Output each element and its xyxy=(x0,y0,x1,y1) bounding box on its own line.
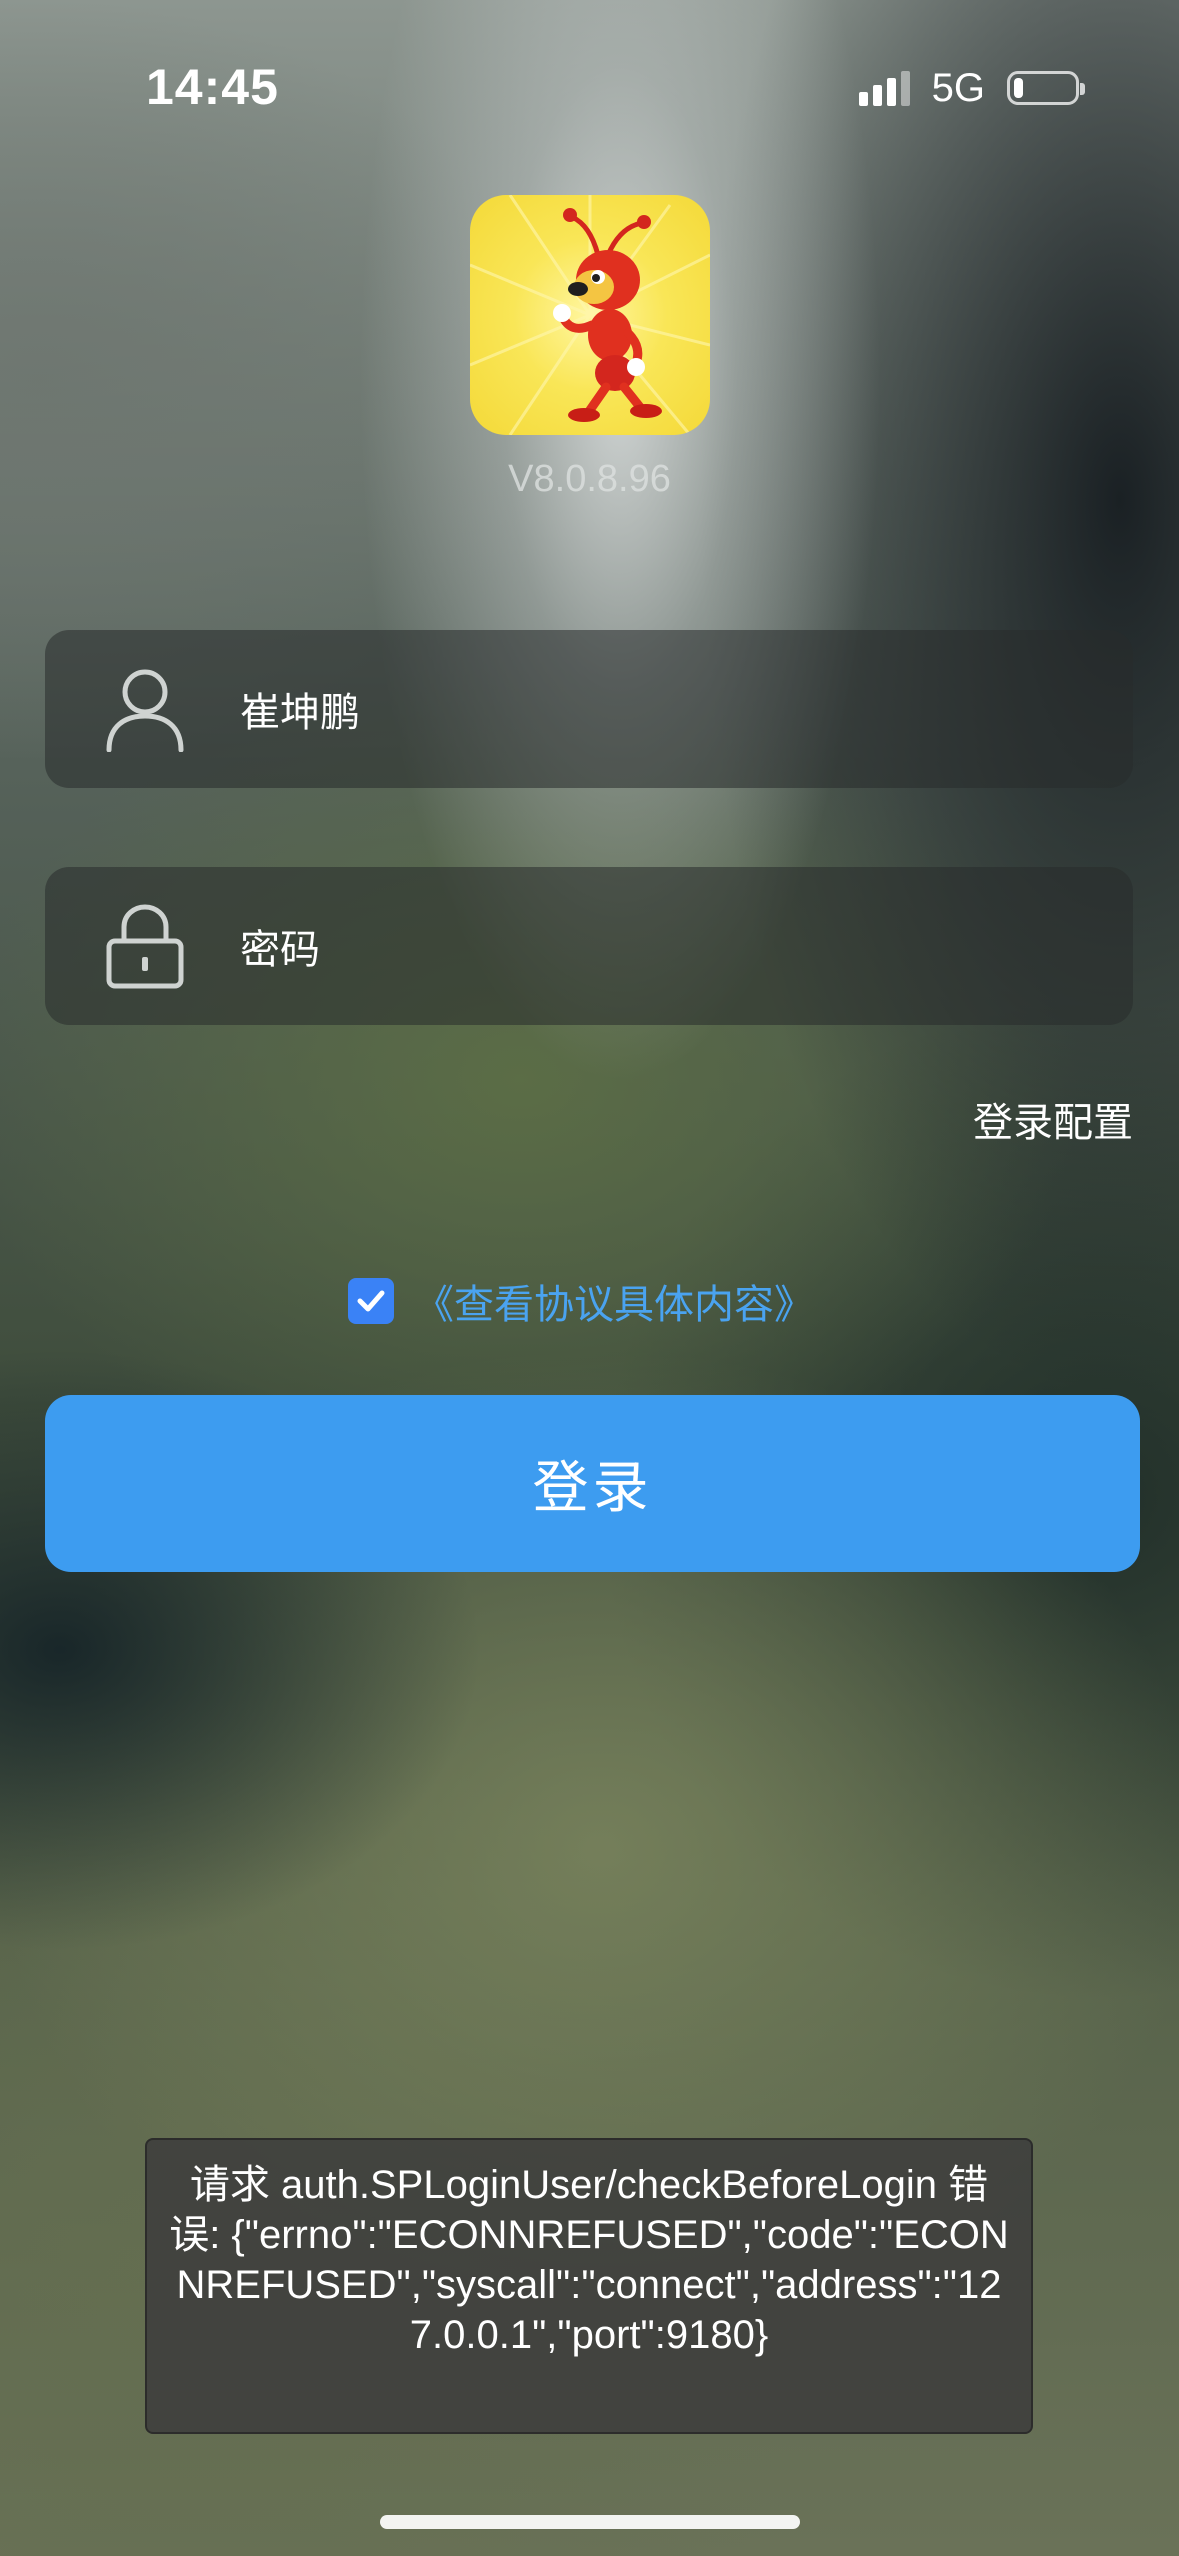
username-field[interactable]: 崔坤鹏 xyxy=(45,630,1133,788)
check-icon xyxy=(357,1290,385,1312)
user-icon xyxy=(100,664,190,754)
login-button[interactable]: 登录 xyxy=(45,1395,1140,1572)
error-toast: 请求 auth.SPLoginUser/checkBeforeLogin 错误:… xyxy=(145,2138,1033,2434)
cellular-signal-icon xyxy=(858,70,910,106)
agreement-link[interactable]: 《查看协议具体内容》 xyxy=(414,1272,814,1330)
agreement-checkbox[interactable] xyxy=(348,1278,394,1324)
password-input: 密码 xyxy=(240,927,320,973)
app-version: V8.0.8.96 xyxy=(508,458,671,500)
status-time: 14:45 xyxy=(146,59,279,115)
lock-icon xyxy=(100,901,190,991)
password-field[interactable]: 密码 xyxy=(45,867,1133,1025)
login-screen: 14:45 5G V8.0.8.96 崔坤鹏 密码 登录配置 《查看协议具体内容… xyxy=(0,0,1179,2556)
battery-icon xyxy=(1007,71,1085,105)
agreement-row: 《查看协议具体内容》 xyxy=(348,1272,814,1330)
network-type: 5G xyxy=(931,65,985,110)
status-indicators: 5G xyxy=(858,64,1085,112)
ant-mascot-icon xyxy=(470,195,710,435)
home-indicator[interactable] xyxy=(380,2515,800,2529)
username-value: 崔坤鹏 xyxy=(240,690,360,736)
battery-level xyxy=(1014,78,1023,98)
login-config-link[interactable]: 登录配置 xyxy=(973,1090,1133,1148)
